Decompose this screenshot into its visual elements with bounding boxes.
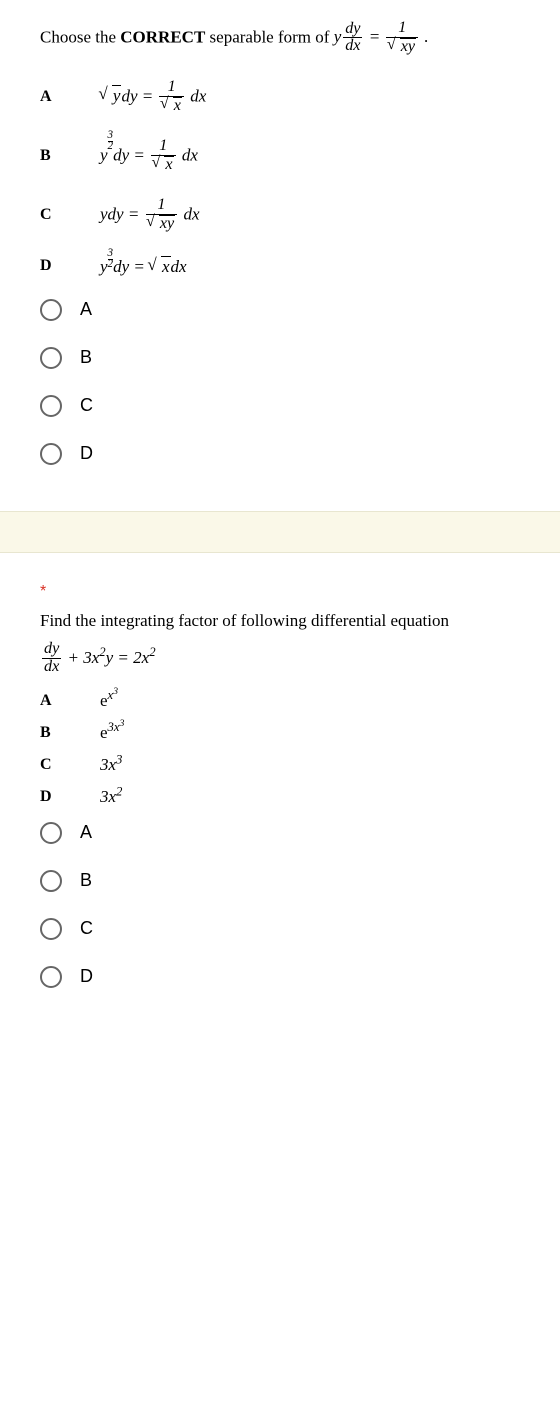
q2-option-a-label: A [80,822,92,843]
q2-stem: Find the integrating factor of following… [40,611,520,631]
radio-icon [40,822,62,844]
q2-option-b-label: B [80,870,92,891]
q1-option-a-label: A [80,299,92,320]
q1-item-c-eq: ydy = 1xy dx [100,197,199,234]
q2-item-d-eq: 3x2 [100,787,122,807]
radio-icon [40,347,62,369]
q1-item-a-label: A [40,88,100,106]
q1-item-a: A ydy = 1x dx [40,79,520,116]
q1-item-d: D y32dy = xdx [40,256,520,277]
radio-icon [40,966,62,988]
radio-icon [40,870,62,892]
section-divider [0,511,560,553]
q2-item-a-label: A [40,692,100,710]
q1-option-a[interactable]: A [40,299,520,321]
q1-stem-suffix: separable form of [205,27,333,46]
q2-option-b[interactable]: B [40,870,520,892]
q2-eq: dydx + 3x2y = 2x2 [40,641,520,677]
q1-item-d-label: D [40,257,100,275]
q1-option-b[interactable]: B [40,347,520,369]
q1-stem-prefix: Choose the [40,27,120,46]
radio-icon [40,918,62,940]
q1-item-c-label: C [40,206,100,224]
question-1: Choose the CORRECT separable form of ydy… [0,0,560,511]
q1-options: A B C D [40,299,520,465]
q2-item-d-label: D [40,788,100,806]
q2-item-b: B e3x3 [40,723,520,743]
q2-option-c[interactable]: C [40,918,520,940]
question-2: Find the integrating factor of following… [0,611,560,1034]
q2-option-a[interactable]: A [40,822,520,844]
q1-item-b: B y32dy = 1x dx [40,138,520,175]
q1-option-b-label: B [80,347,92,368]
q1-stem: Choose the CORRECT separable form of ydy… [40,20,520,57]
q2-item-a-eq: ex3 [100,691,118,711]
q2-item-c-eq: 3x3 [100,755,122,775]
required-marker: * [0,553,560,611]
q2-option-d-label: D [80,966,93,987]
q1-item-a-eq: ydy = 1x dx [100,79,206,116]
q1-option-c-label: C [80,395,93,416]
q1-option-d[interactable]: D [40,443,520,465]
q2-item-b-eq: e3x3 [100,723,124,743]
q2-item-c: C 3x3 [40,755,520,775]
q2-item-c-label: C [40,756,100,774]
q2-options: A B C D [40,822,520,988]
q1-stem-bold: CORRECT [120,27,205,46]
q2-item-d: D 3x2 [40,787,520,807]
q2-item-b-label: B [40,724,100,742]
q1-item-b-label: B [40,147,100,165]
radio-icon [40,395,62,417]
q1-item-d-eq: y32dy = xdx [100,256,187,277]
q1-item-c: C ydy = 1xy dx [40,197,520,234]
q1-item-b-eq: y32dy = 1x dx [100,138,198,175]
radio-icon [40,299,62,321]
q2-item-a: A ex3 [40,691,520,711]
radio-icon [40,443,62,465]
q1-option-d-label: D [80,443,93,464]
q2-option-c-label: C [80,918,93,939]
q1-option-c[interactable]: C [40,395,520,417]
q1-stem-eq: ydydx = 1xy . [334,27,429,46]
q2-option-d[interactable]: D [40,966,520,988]
